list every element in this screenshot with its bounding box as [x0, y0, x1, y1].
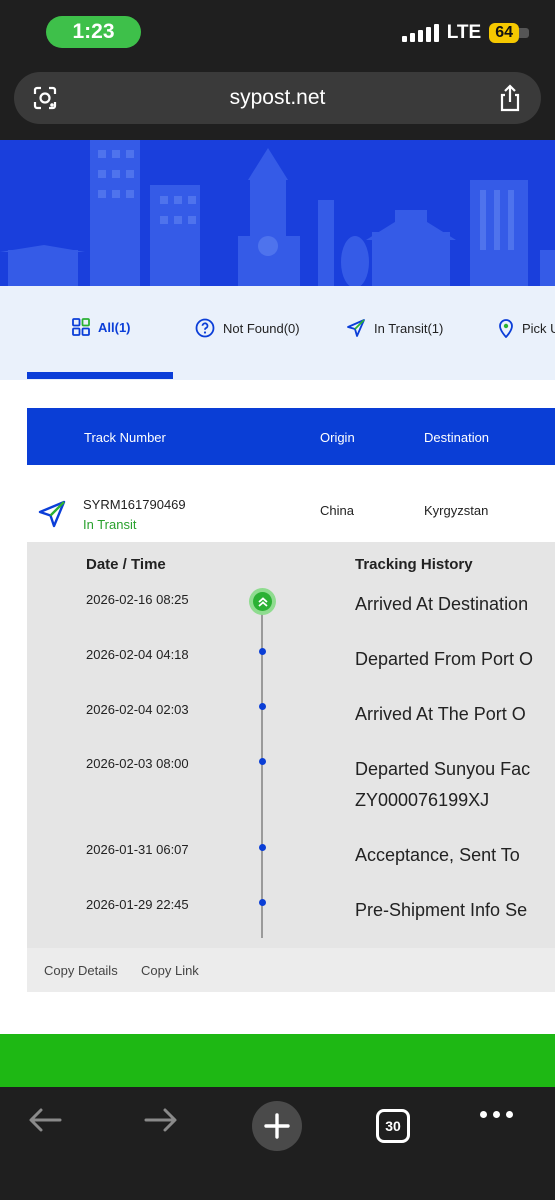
- copy-actions: Copy Details Copy Link: [27, 948, 555, 992]
- timeline-dot: [259, 648, 266, 655]
- timeline-dot: [259, 758, 266, 765]
- results-table-header: Track Number Origin Destination: [27, 408, 555, 465]
- tab-pick-up-label: Pick U: [522, 320, 555, 336]
- navigation-arrow-icon: [38, 500, 66, 528]
- status-indicators: LTE 64: [401, 22, 529, 44]
- hero-banner: [0, 140, 555, 286]
- event-description: Arrived At Destination: [355, 594, 529, 614]
- tracking-history-panel: Date / Time Tracking History 2026-02-16 …: [27, 542, 555, 948]
- copy-link-link[interactable]: Copy Link: [141, 963, 199, 978]
- origin-value: China: [320, 503, 354, 518]
- event-description: Arrived At The Port O: [355, 704, 526, 724]
- tab-in-transit-label: In Transit(1): [374, 320, 444, 336]
- header-origin: Origin: [320, 430, 355, 445]
- tab-not-found[interactable]: Not Found(0): [195, 318, 300, 338]
- header-track-number: Track Number: [84, 430, 166, 445]
- timeline-dot: [259, 844, 266, 851]
- current-status-icon: [249, 588, 276, 615]
- status-and-url-area: 1:23 LTE 64 sypost.net: [0, 0, 555, 140]
- forward-arrow-icon[interactable]: [142, 1105, 180, 1135]
- plus-icon: [264, 1113, 290, 1139]
- navigation-arrow-icon: [347, 319, 365, 337]
- timeline-dot: [259, 703, 266, 710]
- destination-value: Kyrgyzstan: [424, 503, 489, 518]
- timeline-dot: [259, 899, 266, 906]
- grid-icon: [72, 318, 90, 336]
- url-text: sypost.net: [229, 86, 326, 109]
- tab-in-transit[interactable]: In Transit(1): [346, 318, 443, 338]
- chevron-up-double-icon: [257, 596, 268, 607]
- tab-switcher-button[interactable]: 30: [376, 1109, 410, 1143]
- track-number: SYRM161790469: [83, 497, 186, 512]
- event-datetime: 2026-01-29 22:45: [86, 897, 189, 912]
- status-time: 1:23: [46, 16, 141, 48]
- signal-icon: [401, 24, 439, 42]
- event-datetime: 2026-02-04 02:03: [86, 702, 189, 717]
- tab-all[interactable]: All(1): [72, 318, 131, 336]
- event-description: Departed Sunyou Fac: [355, 759, 531, 779]
- battery-icon: 64: [489, 23, 529, 43]
- status-badge: In Transit: [83, 517, 137, 532]
- tracking-history-header: Tracking History: [355, 556, 473, 573]
- event-datetime: 2026-02-04 04:18: [86, 647, 189, 662]
- tab-not-found-label: Not Found(0): [223, 320, 300, 336]
- event-datetime: 2026-02-16 08:25: [86, 592, 189, 607]
- event-description-line2: ZY000076199XJ: [355, 790, 490, 810]
- address-bar[interactable]: sypost.net: [14, 72, 541, 124]
- active-tab-indicator: [27, 372, 173, 379]
- tab-pick-up[interactable]: Pick U: [498, 318, 555, 338]
- header-destination: Destination: [424, 430, 490, 445]
- green-banner: [0, 1034, 555, 1087]
- event-datetime: 2026-02-03 08:00: [86, 756, 189, 771]
- copy-details-link[interactable]: Copy Details: [44, 963, 118, 978]
- event-datetime: 2026-01-31 06:07: [86, 842, 189, 857]
- city-skyline-illustration: [0, 140, 555, 286]
- back-arrow-icon[interactable]: [26, 1105, 64, 1135]
- browser-toolbar: 30: [0, 1087, 555, 1200]
- question-circle-icon: [195, 318, 215, 338]
- tab-all-label: All(1): [98, 319, 131, 335]
- event-description: Departed From Port O: [355, 649, 534, 669]
- share-icon[interactable]: [497, 84, 523, 112]
- event-description: Pre-Shipment Info Se: [355, 900, 528, 920]
- event-description: Acceptance, Sent To: [355, 845, 520, 865]
- network-label: LTE: [446, 22, 482, 43]
- table-row[interactable]: SYRM161790469 In Transit China Kyrgyzsta…: [27, 465, 555, 542]
- new-tab-button[interactable]: [252, 1101, 302, 1151]
- lens-search-icon[interactable]: [32, 85, 58, 111]
- date-time-header: Date / Time: [86, 556, 166, 573]
- status-filter-tabs: All(1) Not Found(0) In Transit(1) Pick U: [0, 286, 555, 380]
- location-pin-icon: [499, 319, 513, 338]
- more-menu-icon[interactable]: [480, 1111, 513, 1118]
